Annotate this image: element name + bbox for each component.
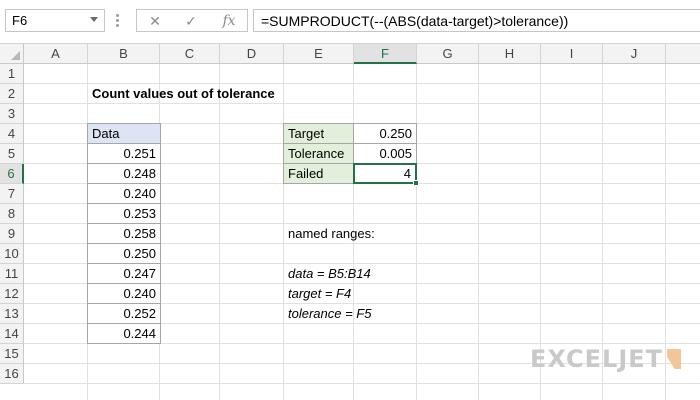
formula-text: =SUMPRODUCT(--(ABS(data-target)>toleranc… xyxy=(261,13,569,29)
data-cell[interactable]: 0.244 xyxy=(87,323,161,344)
tolerance-label-cell[interactable]: Tolerance xyxy=(283,143,354,164)
row-header-3[interactable]: 3 xyxy=(0,104,24,124)
data-header-cell[interactable]: Data xyxy=(87,123,161,144)
column-header-g[interactable]: G xyxy=(417,44,479,64)
column-header-h[interactable]: H xyxy=(479,44,541,64)
formula-buttons: ✕ ✓ fx xyxy=(136,9,248,32)
formula-input[interactable]: =SUMPRODUCT(--(ABS(data-target)>toleranc… xyxy=(253,9,700,32)
row-header-11[interactable]: 11 xyxy=(0,264,24,284)
named-range-note[interactable]: data = B5:B14 xyxy=(284,264,375,284)
drag-handle-icon[interactable] xyxy=(116,14,120,28)
row-header-6[interactable]: 6 xyxy=(0,164,24,184)
column-header-k[interactable] xyxy=(666,44,700,64)
row-header-16[interactable]: 16 xyxy=(0,364,24,384)
enter-icon[interactable]: ✓ xyxy=(179,12,203,30)
data-cell[interactable]: 0.258 xyxy=(87,223,161,244)
data-cell[interactable]: 0.252 xyxy=(87,303,161,324)
data-cell[interactable]: 0.240 xyxy=(87,283,161,304)
chevron-down-icon[interactable] xyxy=(90,17,98,22)
row-header-4[interactable]: 4 xyxy=(0,124,24,144)
row-header-9[interactable]: 9 xyxy=(0,224,24,244)
data-cell[interactable]: 0.253 xyxy=(87,203,161,224)
name-box[interactable]: F6 xyxy=(5,9,105,32)
row-header-7[interactable]: 7 xyxy=(0,184,24,204)
row-header-8[interactable]: 8 xyxy=(0,204,24,224)
named-range-note[interactable]: target = F4 xyxy=(284,284,355,304)
row-header-15[interactable]: 15 xyxy=(0,344,24,364)
cancel-icon[interactable]: ✕ xyxy=(143,12,167,30)
named-range-note[interactable]: tolerance = F5 xyxy=(284,304,375,324)
row-header-1[interactable]: 1 xyxy=(0,64,24,84)
target-label-cell[interactable]: Target xyxy=(283,123,354,144)
gridline xyxy=(219,64,220,400)
row-header-13[interactable]: 13 xyxy=(0,304,24,324)
column-header-f[interactable]: F xyxy=(354,44,417,64)
row-header-10[interactable]: 10 xyxy=(0,244,24,264)
tolerance-value-cell[interactable]: 0.005 xyxy=(353,143,417,164)
row-header-2[interactable]: 2 xyxy=(0,84,24,104)
insert-function-icon[interactable]: fx xyxy=(217,12,241,30)
name-box-value: F6 xyxy=(12,13,28,28)
column-header-j[interactable]: J xyxy=(603,44,666,64)
column-header-b[interactable]: B xyxy=(88,44,160,64)
row-header-5[interactable]: 5 xyxy=(0,144,24,164)
column-header-d[interactable]: D xyxy=(220,44,284,64)
target-value-cell[interactable]: 0.250 xyxy=(353,123,417,144)
select-all-button[interactable] xyxy=(0,44,24,64)
logo-text: EXCELJET xyxy=(530,345,664,373)
failed-value-cell[interactable]: 4 xyxy=(353,163,417,184)
data-cell[interactable]: 0.247 xyxy=(87,263,161,284)
gridline xyxy=(478,64,479,400)
failed-label-cell[interactable]: Failed xyxy=(283,163,354,184)
sheet-title[interactable]: Count values out of tolerance xyxy=(88,84,279,104)
logo-mark-icon xyxy=(667,349,682,369)
column-header-e[interactable]: E xyxy=(284,44,354,64)
column-header-c[interactable]: C xyxy=(160,44,220,64)
formula-bar-area: F6 ✕ ✓ fx =SUMPRODUCT(--(ABS(data-target… xyxy=(0,0,700,44)
column-header-i[interactable]: I xyxy=(541,44,603,64)
fill-handle[interactable] xyxy=(413,180,419,186)
exceljet-logo: EXCELJET xyxy=(530,344,682,374)
data-cell[interactable]: 0.250 xyxy=(87,243,161,264)
data-cell[interactable]: 0.248 xyxy=(87,163,161,184)
select-all-icon xyxy=(11,51,20,60)
row-header-14[interactable]: 14 xyxy=(0,324,24,344)
gridline xyxy=(24,383,700,384)
named-ranges-heading[interactable]: named ranges: xyxy=(284,224,379,244)
row-header-12[interactable]: 12 xyxy=(0,284,24,304)
data-cell[interactable]: 0.251 xyxy=(87,143,161,164)
column-header-a[interactable]: A xyxy=(24,44,88,64)
data-cell[interactable]: 0.240 xyxy=(87,183,161,204)
gridline xyxy=(416,64,417,400)
